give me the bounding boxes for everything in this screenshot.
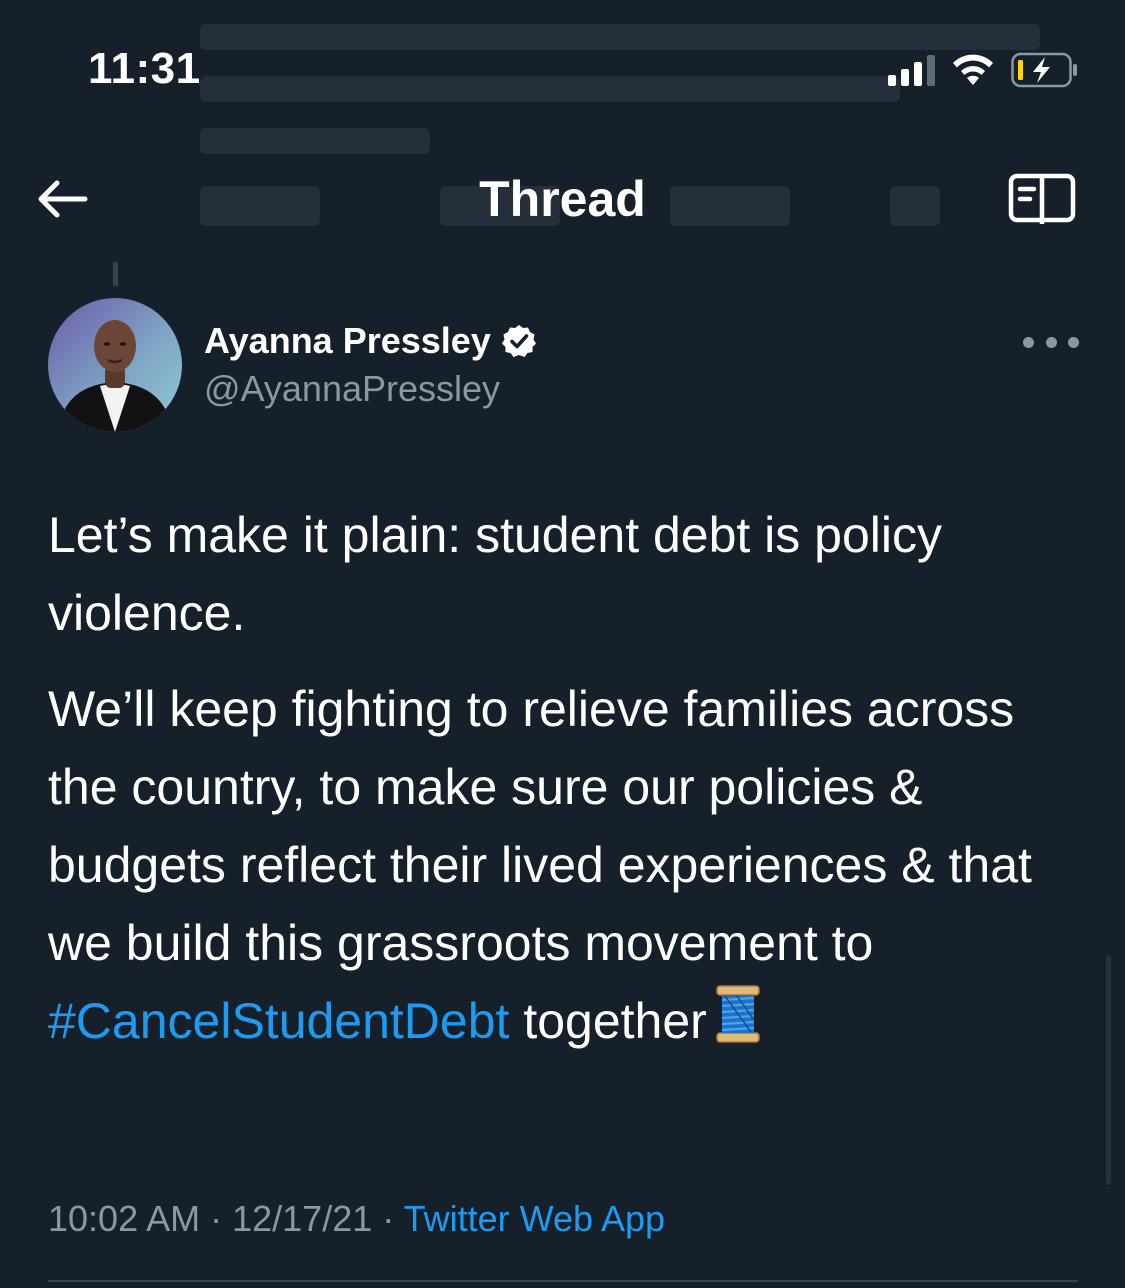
avatar[interactable] [48, 298, 182, 432]
status-icons [888, 50, 1081, 90]
author-handle[interactable]: @AyannaPressley [204, 368, 500, 410]
meta-separator: · [200, 1198, 233, 1239]
tweet-time: 10:02 AM [48, 1198, 201, 1239]
reader-mode-button[interactable] [1005, 168, 1079, 230]
divider [48, 1280, 1078, 1282]
scrollbar[interactable] [1106, 955, 1111, 1185]
more-options-icon [1023, 336, 1034, 348]
more-options-dot [1068, 336, 1079, 348]
tweet-date: 12/17/21 [232, 1198, 373, 1239]
tweet-paragraph-2-end: together [509, 993, 707, 1049]
status-time: 11:31 [88, 44, 201, 93]
page-title: Thread [479, 171, 646, 227]
tweet-text: Let’s make it plain: student debt is pol… [48, 496, 1088, 1060]
spool-of-thread-emoji [716, 985, 760, 1043]
author-name-row[interactable]: Ayanna Pressley [204, 320, 537, 362]
wifi-icon [953, 54, 993, 85]
tweet-paragraph-1: Let’s make it plain: student debt is pol… [48, 507, 943, 641]
cellular-signal-icon [888, 54, 935, 86]
thread-screen: 11:31 Thread Ayanna Pressley @AyannaPres… [0, 0, 1125, 1288]
profile-photo [58, 320, 172, 432]
tweet-paragraph-2-text: We’ll keep fighting to relieve families … [48, 681, 1032, 971]
battery-charging-icon [1011, 52, 1077, 88]
more-options-button[interactable] [1023, 330, 1079, 354]
verified-badge-icon [501, 325, 536, 357]
more-options-dot [1045, 336, 1057, 348]
tweet-meta: 10:02 AM · 12/17/21 · Twitter Web App [48, 1198, 665, 1240]
reader-mode-icon [1008, 173, 1076, 224]
hashtag-link[interactable]: #CancelStudentDebt [48, 993, 509, 1049]
thread-connector-line [113, 262, 118, 286]
thread-header: Thread [0, 150, 1125, 250]
tweet-paragraph-2: We’ll keep fighting to relieve families … [48, 670, 1088, 1060]
tweet-source-link[interactable]: Twitter Web App [404, 1198, 665, 1239]
author-name: Ayanna Pressley [204, 320, 491, 361]
meta-separator: · [372, 1198, 404, 1239]
